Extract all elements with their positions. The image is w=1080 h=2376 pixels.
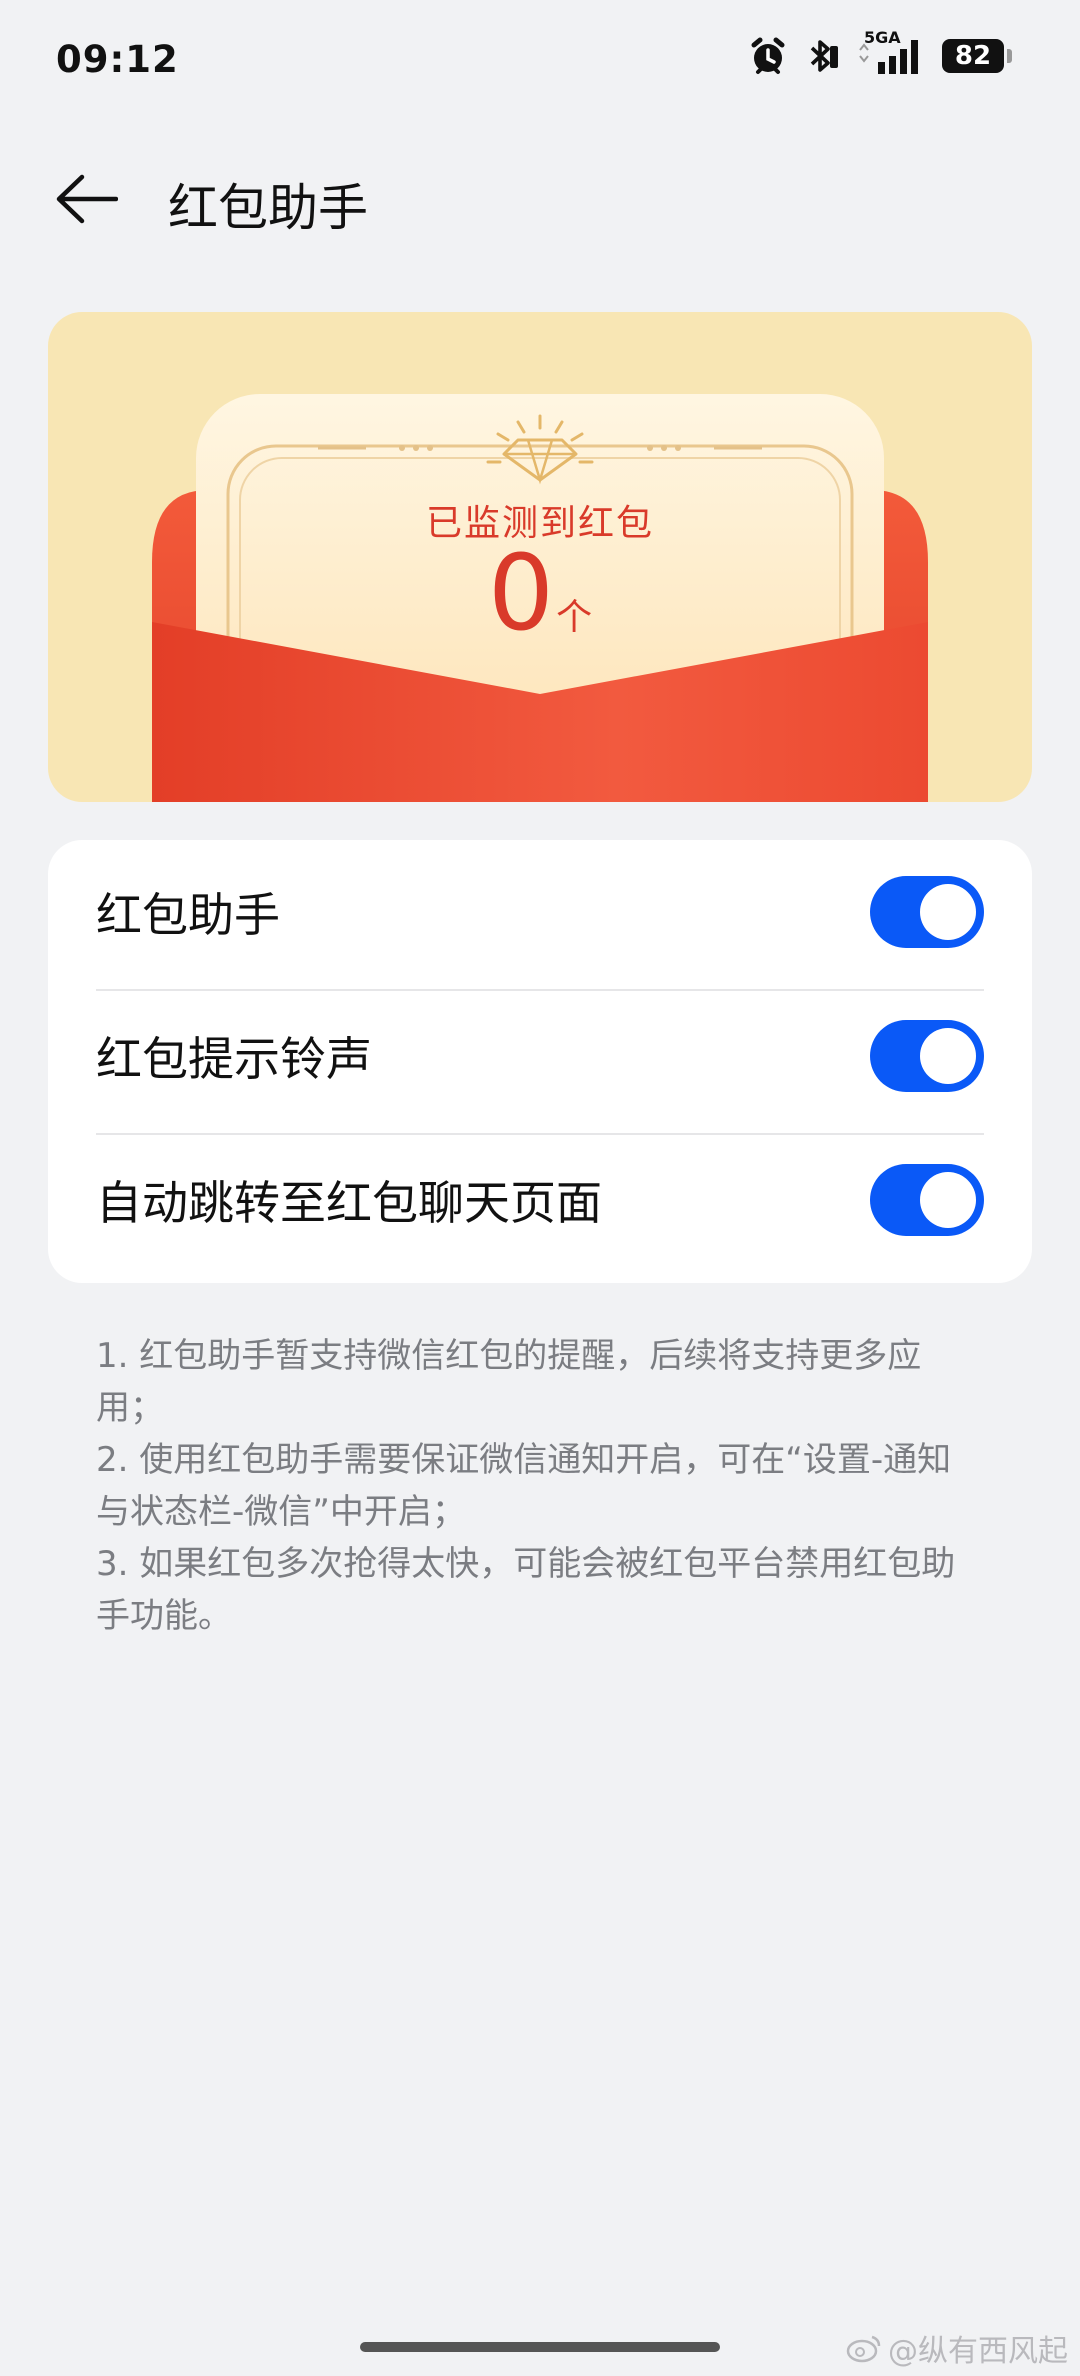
setting-ringtone[interactable]: 红包提示铃声 — [96, 984, 984, 1128]
status-time: 09:12 — [56, 38, 179, 81]
note-item: 2. 使用红包助手需要保证微信通知开启，可在“设置-通知与状态栏-微信”中开启； — [96, 1440, 952, 1532]
toggle-knob — [920, 1172, 976, 1228]
setting-label: 红包提示铃声 — [96, 1032, 372, 1086]
auto-jump-toggle[interactable] — [870, 1164, 984, 1236]
battery-level: 82 — [954, 41, 992, 71]
status-icons: 5GA 82 — [748, 28, 1012, 76]
page-title: 红包助手 — [168, 179, 368, 237]
home-indicator[interactable] — [360, 2342, 720, 2352]
note-item: 3. 如果红包多次抢得太快，可能会被红包平台禁用红包助手功能。 — [96, 1544, 956, 1636]
weibo-icon — [846, 2335, 881, 2363]
ringtone-toggle[interactable] — [870, 1020, 984, 1092]
header: 红包助手 — [0, 150, 1080, 250]
watermark-text: @纵有西风起 — [888, 2334, 1068, 2369]
watermark: @纵有西风起 — [846, 2326, 1068, 2370]
setting-label: 自动跳转至红包聊天页面 — [96, 1176, 602, 1230]
setting-red-packet-assistant[interactable]: 红包助手 — [96, 840, 984, 984]
setting-label: 红包助手 — [96, 888, 280, 942]
bluetooth-icon — [810, 40, 838, 72]
notes: 1. 红包助手暂支持微信红包的提醒，后续将支持更多应用； 2. 使用红包助手需要… — [96, 1330, 976, 1642]
toggle-knob — [920, 1028, 976, 1084]
toggle-knob — [920, 884, 976, 940]
setting-auto-jump[interactable]: 自动跳转至红包聊天页面 — [96, 1128, 984, 1272]
alarm-icon — [751, 37, 785, 74]
settings-card: 红包助手 红包提示铃声 自动跳转至红包聊天页面 — [48, 840, 1032, 1283]
count-unit: 个 — [556, 597, 593, 638]
monitor-count: 0个 — [48, 538, 1032, 648]
battery-icon: 82 — [942, 39, 1012, 73]
red-packet-assistant-toggle[interactable] — [870, 876, 984, 948]
note-item: 1. 红包助手暂支持微信红包的提醒，后续将支持更多应用； — [96, 1336, 922, 1428]
back-button[interactable] — [48, 164, 124, 234]
red-packet-banner: 已监测到红包 0个 — [48, 312, 1032, 802]
back-arrow-icon — [56, 174, 118, 224]
signal-icon: 5GA — [856, 28, 928, 76]
status-bar: 09:12 5GA 82 — [0, 0, 1080, 120]
count-value: 0 — [487, 532, 555, 654]
